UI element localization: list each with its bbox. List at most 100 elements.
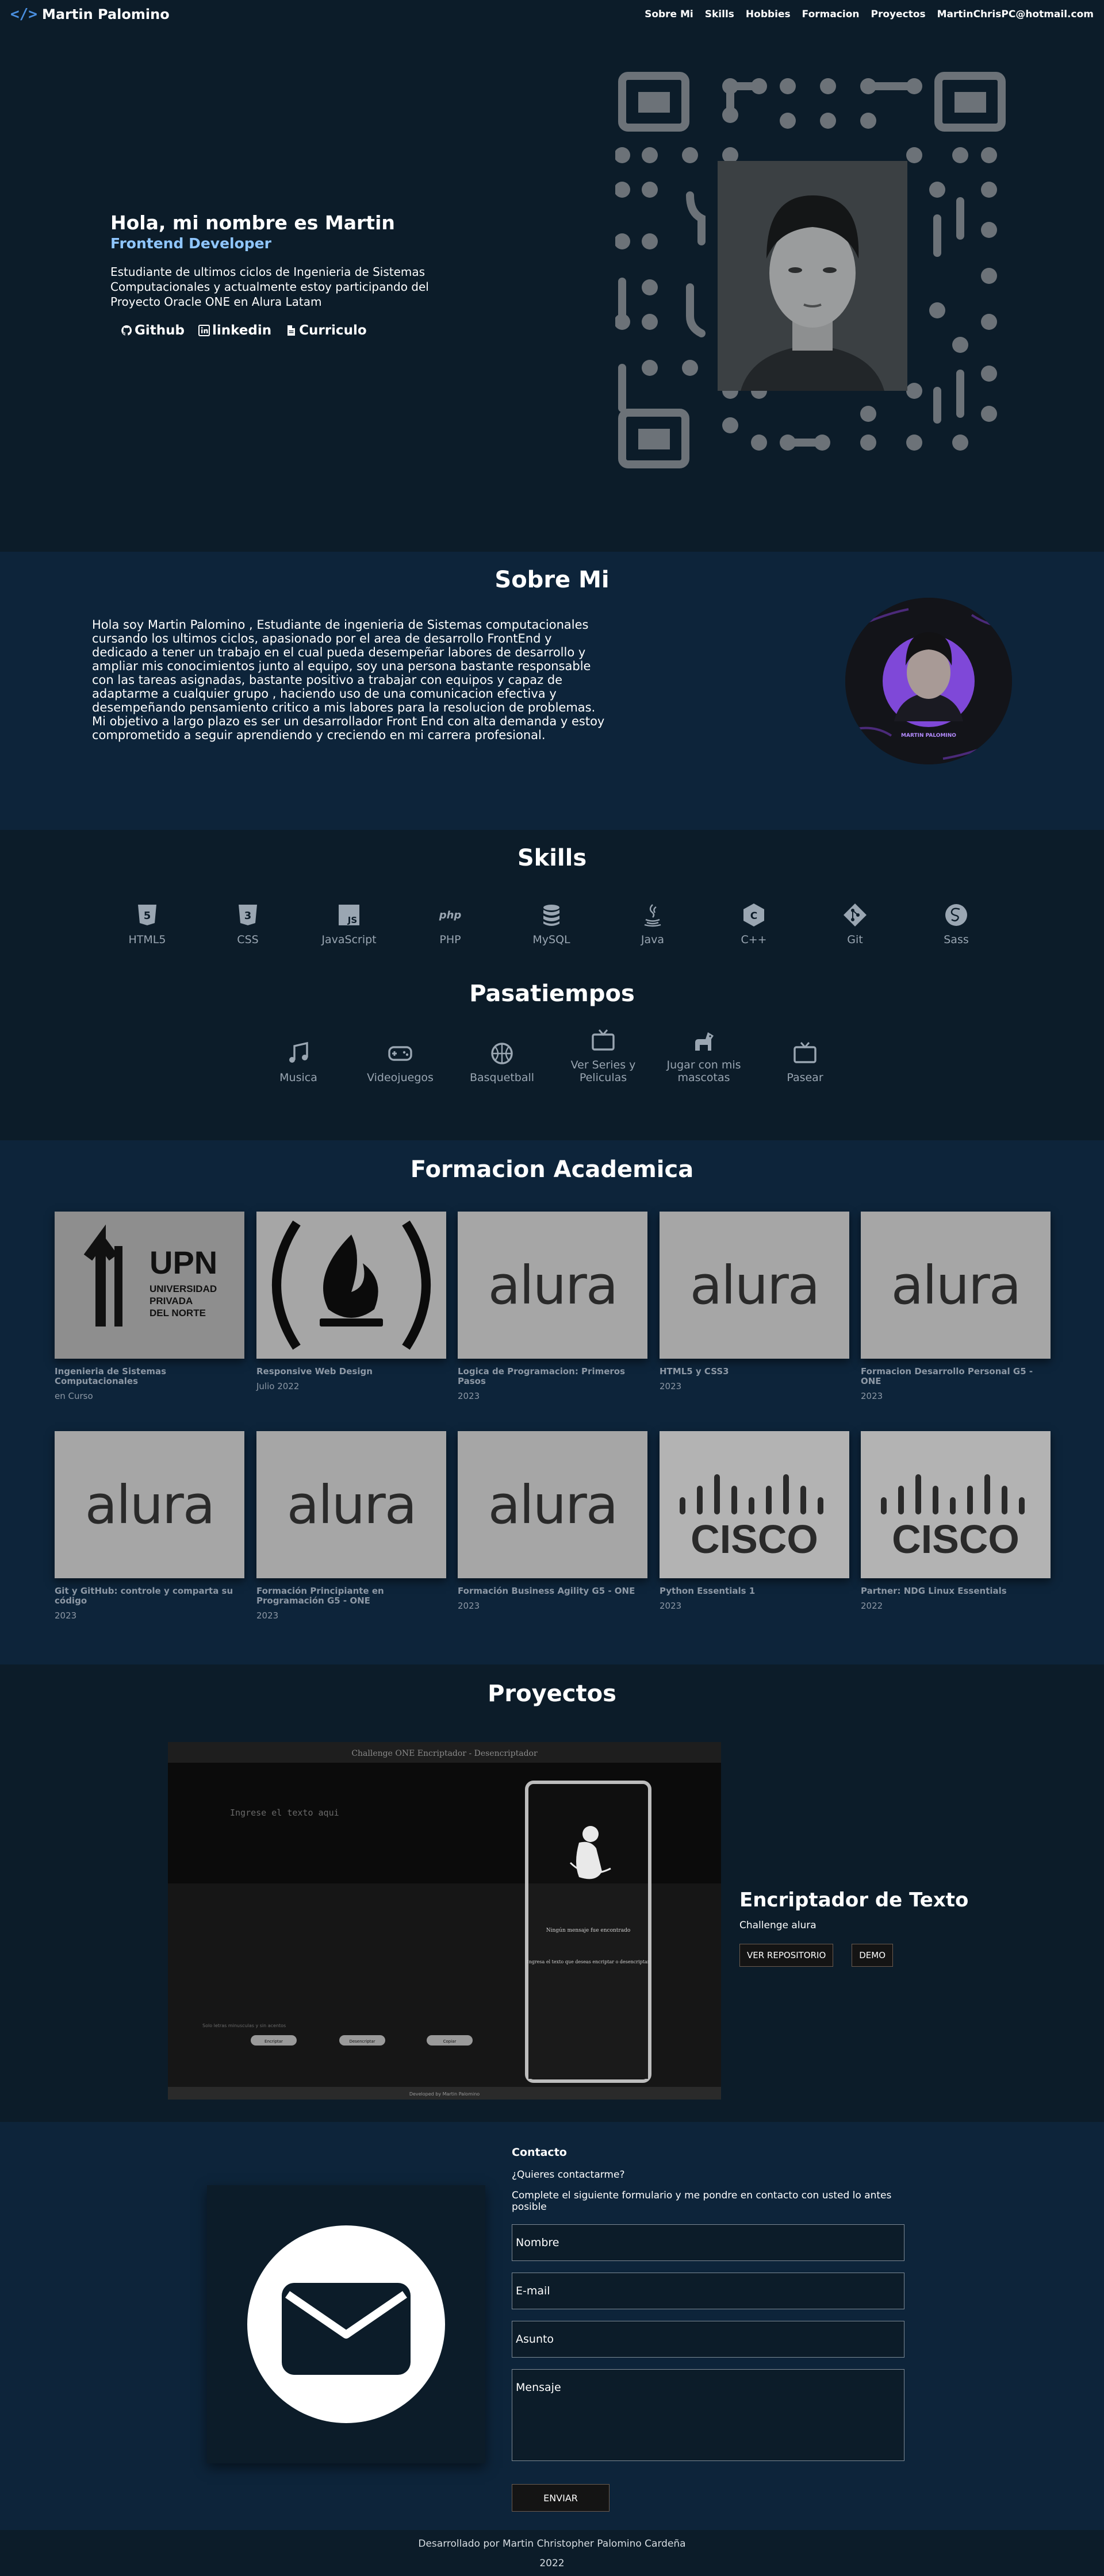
brand-name: Martin Palomino: [41, 6, 170, 22]
education-title: Formacion Academica: [410, 1156, 694, 1183]
java-icon: [644, 904, 661, 927]
skill-label: CSS: [237, 933, 259, 946]
linkedin-link[interactable]: linkedin: [198, 323, 271, 338]
submit-button[interactable]: ENVIAR: [512, 2484, 610, 2512]
skill-html5: 5 HTML5: [113, 902, 182, 946]
course-date: 2023: [458, 1391, 480, 1401]
projects-section: Proyectos Challenge ONE Encriptador - De…: [0, 1664, 1104, 2122]
screenshot-panel-text: Ingresa el texto que deseas encriptar o …: [527, 1959, 649, 1964]
hobbies-list: Musica Videojuegos Basquetball Ver Serie…: [0, 1029, 1104, 1109]
nav-link-proyectos[interactable]: Proyectos: [871, 9, 926, 20]
skill-cpp: C C++: [719, 902, 788, 946]
skills-section: Skills 5 HTML5 3 CSS JS JavaScript php P…: [0, 830, 1104, 1140]
cisco-logo: CISCO: [861, 1431, 1051, 1578]
course-card[interactable]: Responsive Web Design Julio 2022: [256, 1212, 446, 1391]
hobby-label: Musica: [279, 1071, 317, 1084]
skill-css: 3 CSS: [213, 902, 282, 946]
screenshot-button: Desencriptar: [349, 2039, 375, 2044]
skill-label: Sass: [944, 933, 969, 946]
screenshot-hint: Solo letras minusculas y sin acentos: [202, 2023, 286, 2028]
skill-javascript: JS JavaScript: [315, 902, 384, 946]
course-date: 2023: [458, 1601, 480, 1611]
course-card[interactable]: alura Formacion Desarrollo Personal G5 -…: [861, 1212, 1051, 1401]
nav-link-email[interactable]: MartinChrisPC@hotmail.com: [937, 9, 1094, 20]
course-date: en Curso: [55, 1391, 93, 1401]
course-card[interactable]: alura Logica de Programacion: Primeros P…: [458, 1212, 647, 1401]
nav-link-formacion[interactable]: Formacion: [802, 9, 860, 20]
hero-role: Frontend Developer: [110, 235, 271, 252]
document-icon: [288, 325, 296, 336]
skill-php: php PHP: [416, 902, 485, 946]
course-card[interactable]: alura Formación Principiante en Programa…: [256, 1431, 446, 1621]
nav-link-sobre-mi[interactable]: Sobre Mi: [645, 9, 693, 20]
contact-title: Contacto: [512, 2146, 567, 2159]
css3-icon: 3: [239, 905, 257, 925]
course-card[interactable]: CISCO Python Essentials 1 2023: [660, 1431, 849, 1611]
project-screenshot[interactable]: Challenge ONE Encriptador - Desencriptad…: [168, 1742, 721, 2100]
portrait-image: [718, 161, 907, 391]
javascript-icon: JS: [339, 905, 359, 925]
alura-logo: alura: [458, 1212, 647, 1359]
hobby-series: Ver Series y Peliculas: [560, 1028, 646, 1084]
about-title: Sobre Mi: [494, 567, 610, 593]
sass-icon: [945, 904, 967, 926]
project-info: Encriptador de Texto Challenge alura VER…: [739, 1889, 1027, 1967]
alura-logo: alura: [660, 1212, 849, 1359]
course-title: Ingenieria de Sistemas Computacionales: [55, 1366, 167, 1386]
brand[interactable]: </> Martin Palomino: [10, 6, 170, 23]
course-title: Formación Principiante en Programación G…: [256, 1586, 384, 1606]
upn-logo-sub: PRIVADA: [150, 1295, 193, 1306]
curriculo-link[interactable]: Curriculo: [285, 323, 367, 338]
message-field[interactable]: [512, 2369, 904, 2461]
git-icon: [844, 903, 867, 926]
project-title: Encriptador de Texto: [739, 1889, 969, 1912]
hobby-label: Basquetball: [469, 1071, 535, 1084]
hobby-pasear: Pasear: [762, 1040, 848, 1084]
curriculo-link-label: Curriculo: [299, 323, 367, 338]
contact-description: Complete el siguiente formulario y me po…: [512, 2190, 892, 2213]
tv-icon: [592, 1029, 615, 1051]
github-link[interactable]: Github: [121, 323, 185, 338]
course-date: 2023: [660, 1381, 682, 1391]
screenshot-panel-title: Ningún mensaje fue encontrado: [546, 1927, 631, 1933]
email-field[interactable]: [512, 2273, 904, 2309]
hobbies-title: Pasatiempos: [469, 981, 635, 1007]
course-title: Logica de Programacion: Primeros Pasos: [458, 1366, 626, 1386]
skill-mysql: MySQL: [517, 902, 586, 946]
screenshot-placeholder: Ingrese el texto aqui: [230, 1808, 339, 1818]
skill-label: Git: [847, 933, 863, 946]
course-card[interactable]: UPN UNIVERSIDAD PRIVADA DEL NORTE Ingeni…: [55, 1212, 244, 1401]
svg-text:3: 3: [244, 910, 252, 922]
top-navbar: </> Martin Palomino Sobre Mi Skills Hobb…: [0, 0, 1104, 29]
nav-link-hobbies[interactable]: Hobbies: [746, 9, 791, 20]
hobby-label: Ver Series y Peliculas: [570, 1059, 636, 1084]
course-card[interactable]: alura HTML5 y CSS3 2023: [660, 1212, 849, 1391]
footer: Desarrollado por Martin Christopher Palo…: [0, 2530, 1104, 2576]
upn-logo: UPN UNIVERSIDAD PRIVADA DEL NORTE: [55, 1212, 244, 1359]
course-card[interactable]: CISCO Partner: NDG Linux Essentials 2022: [861, 1431, 1051, 1611]
alura-logo: alura: [458, 1431, 647, 1578]
screenshot-button: Copiar: [443, 2039, 457, 2044]
github-icon: [121, 325, 132, 336]
course-title: Partner: NDG Linux Essentials: [861, 1586, 1007, 1596]
hobby-musica: Musica: [255, 1040, 342, 1084]
nav-links: Sobre Mi Skills Hobbies Formacion Proyec…: [645, 9, 1094, 20]
nav-link-skills[interactable]: Skills: [705, 9, 734, 20]
hobby-videojuegos: Videojuegos: [357, 1040, 443, 1084]
repo-button[interactable]: VER REPOSITORIO: [739, 1944, 834, 1967]
contact-section: Contacto ¿Quieres contactarme? Complete …: [0, 2122, 1104, 2530]
contact-illustration: [207, 2185, 485, 2463]
course-card[interactable]: alura Git y GitHub: controle y comparta …: [55, 1431, 244, 1621]
gamepad-icon: [388, 1046, 412, 1061]
skills-title: Skills: [517, 845, 587, 871]
name-field[interactable]: [512, 2224, 904, 2261]
demo-button[interactable]: DEMO: [852, 1944, 894, 1967]
course-title: HTML5 y CSS3: [660, 1366, 729, 1377]
cisco-logo: CISCO: [660, 1431, 849, 1578]
education-section: Formacion Academica UPN UNIVERSIDAD PRIV…: [0, 1140, 1104, 1664]
course-card[interactable]: alura Formación Business Agility G5 - ON…: [458, 1431, 647, 1611]
projects-title: Proyectos: [488, 1681, 616, 1707]
screenshot-window-title: Challenge ONE Encriptador - Desencriptad…: [351, 1749, 538, 1758]
skill-sass: Sass: [922, 902, 991, 946]
subject-field[interactable]: [512, 2321, 904, 2358]
